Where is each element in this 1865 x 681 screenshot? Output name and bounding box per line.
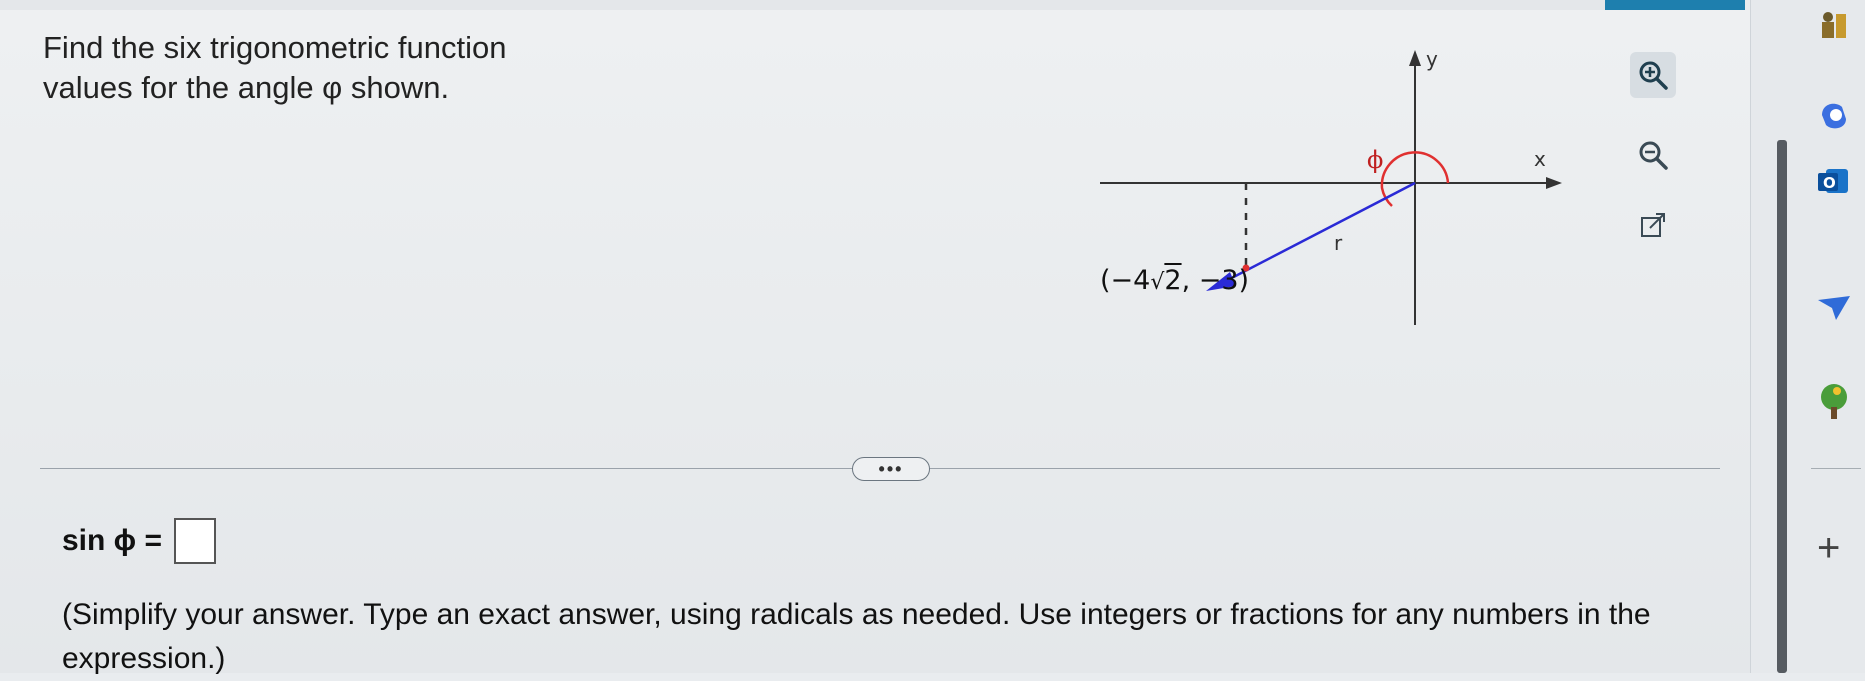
point-label-sqrt: 2 <box>1164 265 1182 296</box>
sidebar-separator <box>1811 468 1861 469</box>
window-edge <box>1777 140 1787 673</box>
chess-icon[interactable] <box>1811 2 1857 48</box>
question-panel: Find the six trigonometric function valu… <box>0 10 1750 675</box>
angle-label: ϕ <box>1367 146 1383 174</box>
add-icon[interactable]: + <box>1817 528 1840 568</box>
right-sidebar: O + <box>1750 0 1865 673</box>
point-label-prefix: (−4 <box>1100 265 1151 296</box>
copilot-icon[interactable] <box>1811 92 1857 138</box>
answer-instructions: (Simplify your answer. Type an exact ans… <box>62 598 1651 675</box>
terminal-ray <box>1221 181 1416 285</box>
graph-canvas: y x ϕ r <box>1100 47 1562 325</box>
zoom-out-icon <box>1639 141 1668 170</box>
outlook-icon[interactable]: O <box>1811 158 1857 204</box>
tree-icon[interactable] <box>1811 378 1857 424</box>
x-axis-label: x <box>1534 147 1546 171</box>
external-link-icon <box>1641 213 1665 237</box>
svg-text:O: O <box>1823 174 1836 192</box>
sin-label: sin ϕ = <box>62 524 163 557</box>
zoom-in-icon <box>1639 61 1668 90</box>
angle-graph: y x ϕ r (−4√2, −3) <box>1080 40 1640 360</box>
point-label: (−4√2, −3) <box>1100 265 1250 296</box>
y-axis-arrow <box>1409 50 1421 66</box>
zoom-out-button[interactable] <box>1630 132 1676 178</box>
x-axis-arrow <box>1546 177 1562 189</box>
point-label-suffix: , −3) <box>1181 265 1250 296</box>
radius-label: r <box>1334 231 1343 255</box>
y-axis-label: y <box>1426 47 1438 71</box>
send-icon[interactable] <box>1811 284 1857 330</box>
answer-row: sin ϕ = <box>62 518 217 564</box>
expand-more-button[interactable]: ••• <box>852 457 930 481</box>
zoom-in-button[interactable] <box>1630 52 1676 98</box>
popout-button[interactable] <box>1630 202 1676 248</box>
sin-answer-input[interactable] <box>174 518 217 564</box>
question-prompt: Find the six trigonometric function valu… <box>43 30 507 105</box>
